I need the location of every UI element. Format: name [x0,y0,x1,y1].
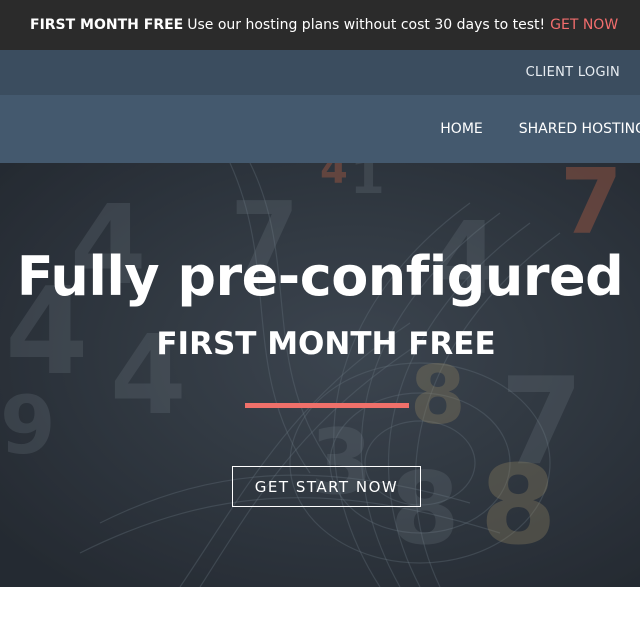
hero-title: Fully pre-configured [16,245,624,308]
content-area [0,587,640,640]
nav-item-shared-hosting[interactable]: SHARED HOSTING [519,121,640,137]
hero-overlay [0,163,640,587]
promo-text: Use our hosting plans without cost 30 da… [187,17,546,33]
hero-subtitle: FIRST MONTH FREE [156,326,496,362]
main-nav: HOME SHARED HOSTING [0,95,640,163]
hero-section: 4 7 4 4 9 4 7 1 3 8 7 4 8 8 Fully pre-co… [0,163,640,587]
get-now-link[interactable]: GET NOW [550,17,618,33]
hero-divider [245,403,409,408]
promo-headline: FIRST MONTH FREE [30,17,184,33]
promo-bar: FIRST MONTH FREE Use our hosting plans w… [0,0,640,50]
nav-item-home[interactable]: HOME [440,121,482,137]
get-start-now-button[interactable]: GET START NOW [232,466,421,507]
client-login-link[interactable]: CLIENT LOGIN [526,65,620,80]
utility-bar: CLIENT LOGIN [0,50,640,95]
